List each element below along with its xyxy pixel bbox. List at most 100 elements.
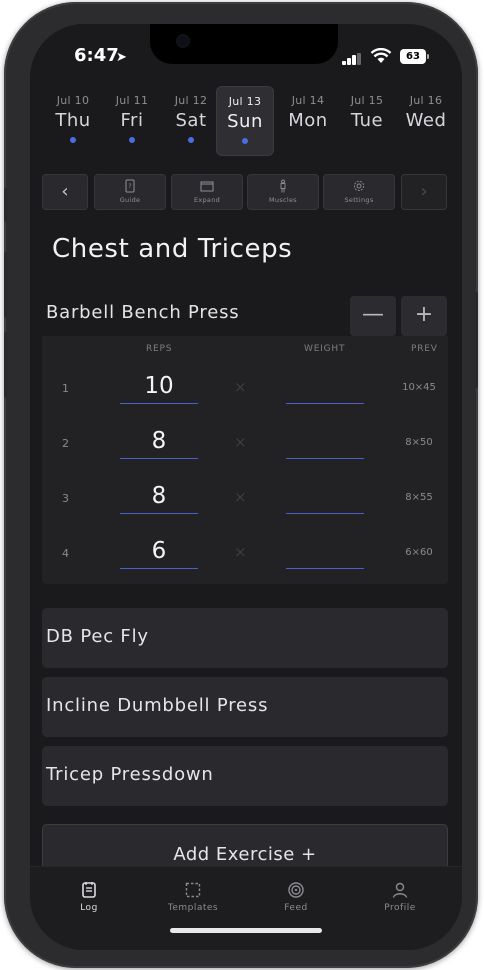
expand-button[interactable]: Expand [171,174,243,210]
tab-templates[interactable]: Templates [153,881,233,913]
guide-icon: ? [125,179,135,193]
workout-dot [242,138,248,144]
exercise-card-label: Tricep Pressdown [46,764,214,785]
day-date: Jul 12 [174,94,208,107]
expand-label: Expand [193,196,221,204]
wifi-icon [370,48,392,63]
set-row: 4 6 × 6×60 [42,531,448,585]
tab-profile[interactable]: Profile [360,881,440,913]
workout-dot [188,137,194,143]
times-icon: × [234,543,247,561]
day-tue[interactable]: Jul 15 Tue [338,86,396,156]
prev-button[interactable]: ‹ [42,174,88,210]
day-name: Fri [120,110,144,131]
sets-table: REPS WEIGHT PREV 1 10 × 10×45 2 8 × 8×50… [42,336,448,584]
log-icon [82,882,96,898]
day-date: Jul 16 [409,94,443,107]
exercise-card[interactable]: Incline Dumbbell Press [42,677,448,737]
tab-label: Profile [384,903,416,913]
day-name: Thu [55,110,91,131]
tab-label: Templates [167,903,219,913]
tab-bar: Log Templates Feed Profile [30,866,462,950]
weight-header: WEIGHT [304,344,346,354]
add-set-button[interactable]: + [401,296,447,336]
home-indicator[interactable] [170,928,322,933]
set-number: 2 [62,437,69,450]
previous-value: 6×60 [405,547,433,558]
profile-icon [392,882,408,898]
day-sat[interactable]: Jul 12 Sat [162,86,220,156]
day-thu[interactable]: Jul 10 Thu [44,86,102,156]
guide-label: Guide [119,196,141,204]
muscles-icon [280,179,286,193]
day-name: Sun [227,111,263,132]
day-wed[interactable]: Jul 16 Wed [397,86,455,156]
day-date: Jul 14 [291,94,325,107]
previous-value: 8×50 [405,437,433,448]
day-date: Jul 13 [228,95,262,108]
times-icon: × [234,433,247,451]
mute-switch [4,188,8,222]
power-button [474,292,478,388]
workout-title: Chest and Triceps [52,234,293,264]
muscles-label: Muscles [269,196,297,204]
guide-button[interactable]: ? Guide [94,174,166,210]
weight-input[interactable] [286,368,364,404]
volume-up-button [4,252,8,318]
times-icon: × [234,488,247,506]
day-sun[interactable]: Jul 13 Sun [216,86,274,156]
set-number: 4 [62,547,69,560]
exercise-card[interactable]: DB Pec Fly [42,608,448,668]
reps-input[interactable]: 8 [120,478,198,514]
next-button[interactable]: › [401,174,447,210]
reps-input[interactable]: 6 [120,533,198,569]
day-fri[interactable]: Jul 11 Fri [103,86,161,156]
reps-input[interactable]: 10 [120,368,198,404]
active-exercise-header: Barbell Bench Press — + [42,296,448,336]
tab-label: Log [80,903,98,913]
weight-input[interactable] [286,533,364,569]
previous-value: 8×55 [405,492,433,503]
day-date: Jul 10 [56,94,90,107]
set-number: 1 [62,382,69,395]
gear-icon [353,180,365,192]
workout-dot [129,137,135,143]
day-date: Jul 15 [350,94,384,107]
weight-input[interactable] [286,423,364,459]
day-date: Jul 11 [115,94,149,107]
tab-feed[interactable]: Feed [256,881,336,913]
phone-frame: 6:47 ➤ 63 Jul 10 Thu Jul 11 Fri Jul 12 S… [4,2,478,968]
battery-icon: 63 [400,49,429,64]
day-name: Sat [175,110,207,131]
settings-button[interactable]: Settings [323,174,395,210]
tab-label: Feed [284,903,308,913]
exercise-name[interactable]: Barbell Bench Press [46,302,239,323]
prev-header: PREV [411,344,438,354]
muscles-button[interactable]: Muscles [247,174,319,210]
expand-icon [200,181,214,192]
day-name: Tue [350,110,384,131]
exercise-card-label: Incline Dumbbell Press [46,695,269,716]
cellular-signal-icon [342,53,362,65]
location-arrow-icon: ➤ [116,50,127,65]
set-row: 2 8 × 8×50 [42,421,448,475]
workout-dot [70,137,76,143]
svg-text:?: ? [128,183,131,190]
set-row: 1 10 × 10×45 [42,366,448,420]
day-selector: Jul 10 Thu Jul 11 Fri Jul 12 Sat Jul 13 … [42,86,450,158]
day-mon[interactable]: Jul 14 Mon [279,86,337,156]
templates-icon [185,882,201,898]
tab-log[interactable]: Log [49,881,129,913]
set-number: 3 [62,492,69,505]
status-time: 6:47 [74,45,119,66]
reps-input[interactable]: 8 [120,423,198,459]
previous-value: 10×45 [402,382,436,393]
day-name: Wed [405,110,447,131]
day-name: Mon [288,110,328,131]
times-icon: × [234,378,247,396]
remove-set-button[interactable]: — [350,296,396,336]
weight-input[interactable] [286,478,364,514]
reps-header: REPS [146,344,173,354]
workout-toolbar: ‹ ? Guide Expand Muscles Settings › [42,174,448,210]
exercise-card[interactable]: Tricep Pressdown [42,746,448,806]
